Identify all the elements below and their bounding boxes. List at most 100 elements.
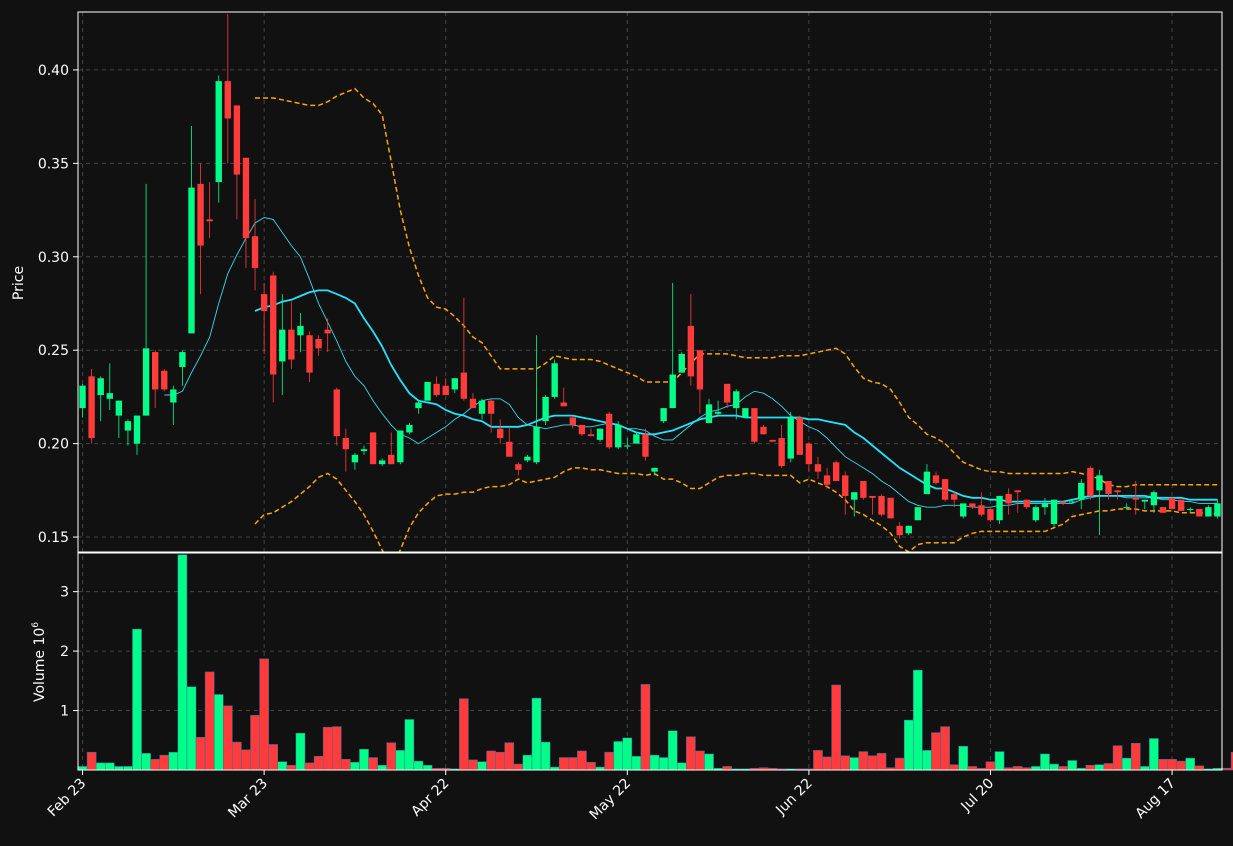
volume-bar — [849, 757, 860, 771]
volume-bar — [1121, 757, 1132, 771]
candle-body — [1214, 503, 1221, 517]
volume-bar — [186, 686, 197, 771]
volume-bar — [1049, 763, 1059, 771]
volume-bar — [141, 753, 151, 771]
volume-bar — [368, 757, 378, 771]
candle-body — [696, 350, 704, 390]
candle-body — [814, 464, 822, 472]
candle-body — [896, 525, 903, 536]
volume-bar — [1012, 766, 1023, 771]
candle-body — [578, 424, 586, 435]
candle-body — [615, 424, 622, 448]
candle-body — [1196, 509, 1203, 517]
volume-bar — [395, 750, 406, 771]
candle-body — [142, 348, 150, 416]
candle-body — [369, 432, 377, 465]
volume-bar — [577, 750, 587, 771]
candle-body — [769, 439, 776, 442]
candle-body — [560, 402, 567, 407]
candle-body — [1168, 497, 1176, 510]
volume-bar — [686, 736, 696, 771]
volume-bar — [1176, 760, 1186, 771]
volume-bar — [649, 754, 660, 771]
candle-body — [270, 275, 277, 375]
volume-bar — [495, 751, 505, 771]
volume-tick-label: 2 — [60, 644, 69, 660]
candle-body — [1032, 507, 1040, 521]
volume-bar — [695, 750, 705, 771]
candle-body — [642, 434, 649, 457]
volume-bar — [894, 757, 905, 771]
volume-bar — [268, 744, 278, 771]
candle-body — [170, 389, 177, 403]
volume-bar — [958, 745, 969, 771]
volume-bar — [304, 762, 315, 771]
volume-axis-label-exponent: 6 — [31, 622, 41, 628]
volume-bar — [676, 762, 687, 771]
volume-bar — [195, 737, 206, 771]
candle-body — [950, 494, 958, 500]
volume-bar — [213, 694, 224, 771]
candle-body — [733, 391, 740, 409]
candle-body — [1141, 499, 1149, 502]
candle-body — [260, 294, 268, 311]
volume-bar — [1094, 764, 1105, 771]
candle-body — [551, 363, 558, 397]
candle-body — [1114, 490, 1121, 493]
candle-body — [805, 443, 813, 465]
candle-body — [1205, 507, 1212, 517]
candle-body — [596, 428, 604, 440]
candle-body — [987, 509, 994, 521]
candle-body — [869, 495, 876, 498]
candle-body — [469, 398, 477, 409]
candle-body — [1177, 499, 1185, 511]
candle-body — [787, 417, 794, 459]
candle-body — [969, 503, 976, 508]
candle-body — [923, 471, 931, 495]
candle-body — [206, 219, 213, 222]
volume-bar — [159, 754, 170, 771]
volume-bar — [1085, 764, 1096, 771]
volume-bar — [531, 697, 542, 771]
candle-body — [669, 374, 676, 409]
price-tick-label: 0.20 — [38, 437, 69, 453]
volume-bar — [1185, 757, 1196, 771]
volume-bar — [586, 762, 596, 771]
candle-body — [351, 454, 359, 463]
volume-bar — [967, 766, 978, 771]
price-panel-frame — [77, 11, 1223, 553]
volume-bar — [1058, 766, 1068, 771]
volume-bar — [1040, 753, 1050, 771]
candle-body — [678, 353, 685, 373]
candle-body — [79, 385, 86, 409]
volume-bar — [813, 750, 823, 771]
volume-bar — [922, 750, 932, 771]
volume-bar — [1103, 763, 1114, 771]
candle-body — [1069, 501, 1076, 503]
candle-body — [1041, 503, 1049, 508]
candle-body — [778, 438, 785, 467]
candle-body — [1105, 480, 1112, 495]
candle-body — [460, 372, 468, 399]
volume-bar — [822, 756, 832, 771]
candle-body — [424, 381, 431, 401]
volume-tick-label: 1 — [60, 704, 69, 720]
candle-body — [451, 378, 458, 390]
candle-body — [796, 417, 803, 455]
candle-body — [215, 81, 222, 183]
volume-bar — [331, 726, 342, 771]
date-tick-label: Apr 22 — [408, 776, 452, 820]
volume-bar — [913, 669, 923, 771]
candle-body — [342, 438, 350, 450]
volume-bar — [295, 732, 306, 771]
candle-body — [487, 400, 495, 414]
volume-bar — [286, 764, 297, 771]
volume-bar — [313, 756, 324, 771]
candle-body — [197, 183, 204, 246]
candle-body — [932, 475, 940, 483]
volume-bar — [404, 719, 415, 771]
candle-body — [397, 430, 404, 463]
date-tick-label: Jul 20 — [958, 776, 998, 816]
candle-body — [996, 495, 1003, 521]
candle-body — [315, 338, 322, 349]
